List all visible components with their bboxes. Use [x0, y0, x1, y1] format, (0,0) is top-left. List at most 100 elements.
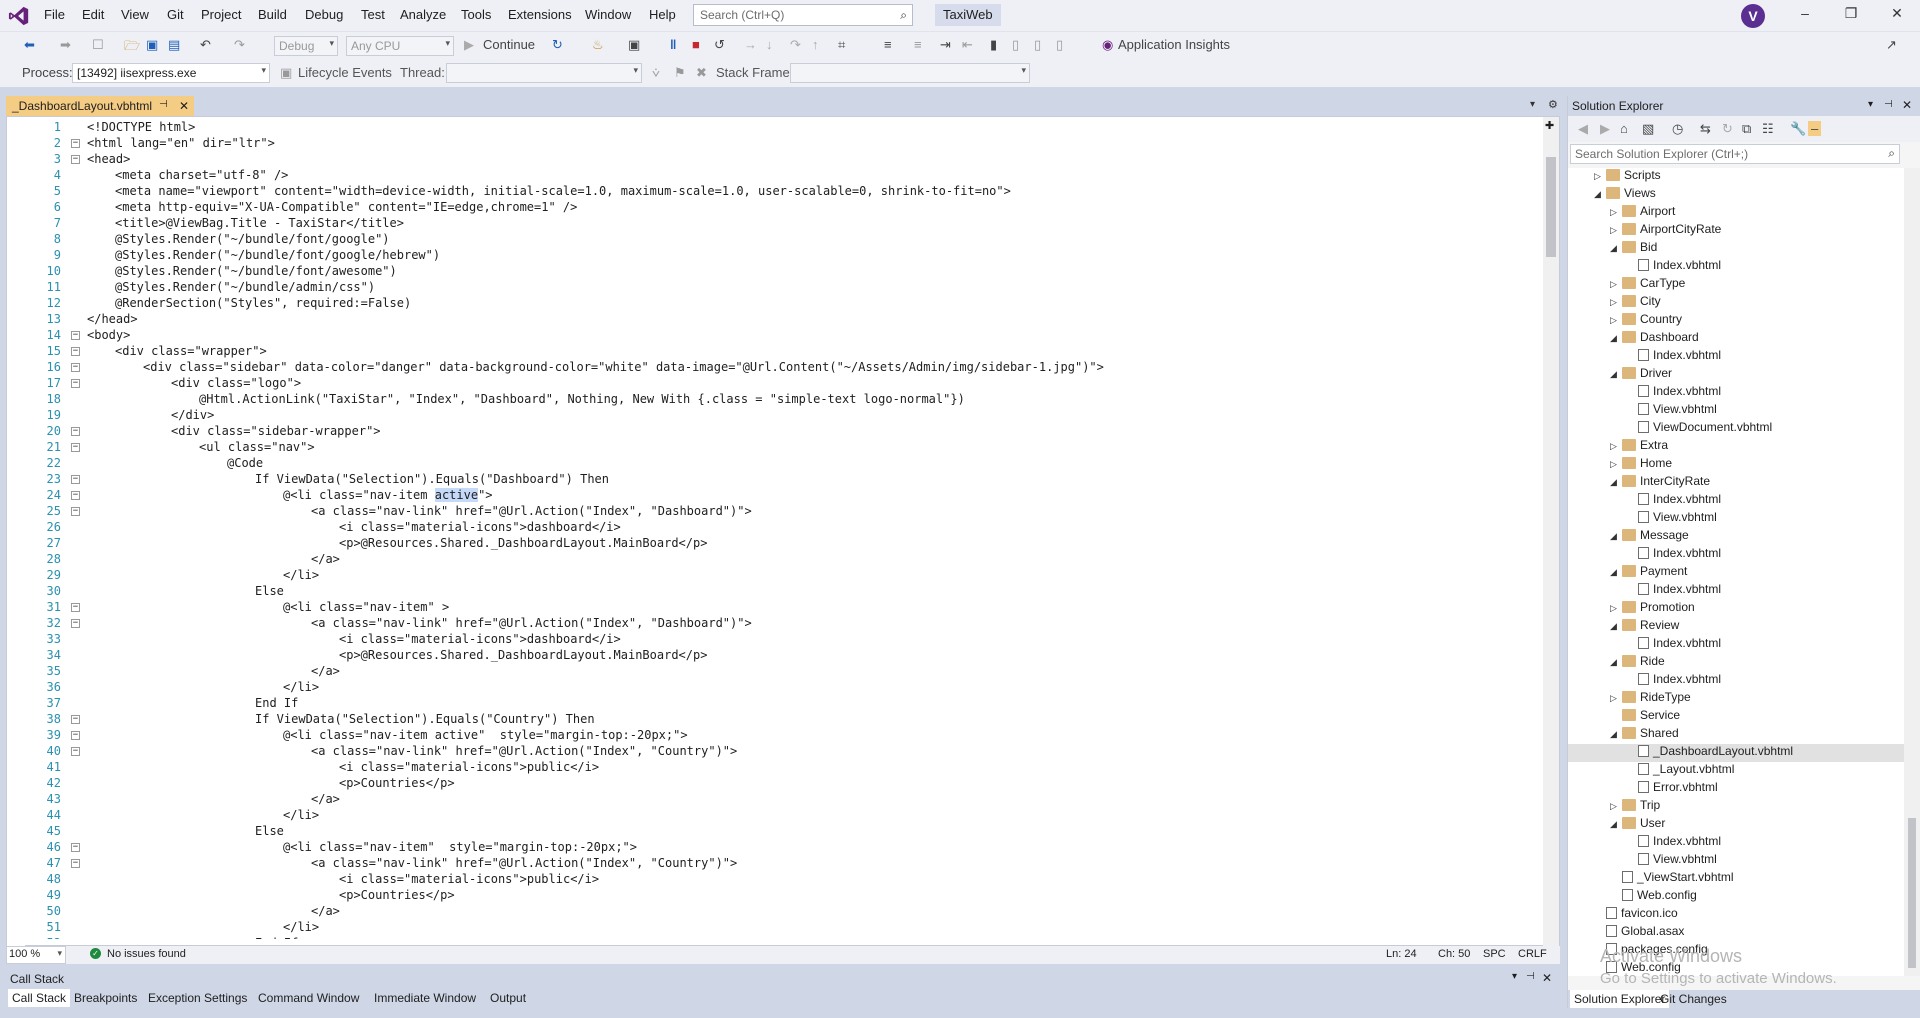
expanded-arrow-icon[interactable]: ◢	[1610, 477, 1622, 488]
restore-icon[interactable]: ❐	[1836, 5, 1866, 25]
tree-file[interactable]: Index.vbhtml	[1568, 546, 1904, 564]
code-line[interactable]: 31 − @<li class="nav-item" >	[25, 599, 1545, 615]
split-icon[interactable]: ✚	[1545, 119, 1554, 132]
tree-folder[interactable]: ◢ Driver	[1568, 366, 1904, 384]
close-icon[interactable]: ✕	[1902, 98, 1912, 112]
code-line[interactable]: 32 − <a class="nav-link" href="@Url.Action…	[25, 615, 1545, 631]
code-line[interactable]: 25 − <a class="nav-link" href="@Url.Action…	[25, 503, 1545, 519]
vertical-scrollbar[interactable]	[1904, 168, 1920, 976]
outdent-icon[interactable]: ⇤	[962, 37, 973, 53]
forward-icon[interactable]: ➡	[60, 37, 71, 53]
preview-icon[interactable]: –	[1808, 121, 1822, 136]
close-icon[interactable]: ✕	[1542, 971, 1552, 985]
tree-folder[interactable]: ▷ Trip	[1568, 798, 1904, 816]
vertical-scrollbar[interactable]: ✚	[1543, 117, 1559, 947]
code-line[interactable]: 45 Else	[25, 823, 1545, 839]
code-line[interactable]: 49 <p>Countries</p>	[25, 887, 1545, 903]
menu-tools[interactable]: Tools	[461, 7, 491, 22]
collapse-region-icon[interactable]: −	[71, 619, 80, 628]
collapse-region-icon[interactable]: −	[71, 155, 80, 164]
code-line[interactable]: 11 @Styles.Render("~/bundle/admin/css")	[25, 279, 1545, 295]
collapse-region-icon[interactable]: −	[71, 347, 80, 356]
menu-project[interactable]: Project	[201, 7, 241, 22]
tree-file[interactable]: Index.vbhtml	[1568, 582, 1904, 600]
save-icon[interactable]: ▣	[146, 37, 158, 53]
chevron-down-icon[interactable]: ▾	[1512, 971, 1517, 982]
zoom-select[interactable]: 100 % ▾	[6, 946, 66, 964]
collapse-region-icon[interactable]: −	[71, 491, 80, 500]
expanded-arrow-icon[interactable]: ◢	[1610, 243, 1622, 254]
code-line[interactable]: 2 − <html lang="en" dir="ltr">	[25, 135, 1545, 151]
tree-folder[interactable]: ▷ Home	[1568, 456, 1904, 474]
menu-git[interactable]: Git	[167, 7, 184, 22]
tab-exception-settings[interactable]: Exception Settings	[144, 989, 251, 1007]
code-line[interactable]: 8 @Styles.Render("~/bundle/font/google")	[25, 231, 1545, 247]
tree-file[interactable]: Index.vbhtml	[1568, 834, 1904, 852]
code-line[interactable]: 34 <p>@Resources.Shared._DashboardLayout.…	[25, 647, 1545, 663]
menu-view[interactable]: View	[121, 7, 149, 22]
pin-icon[interactable]: ⊣	[159, 99, 168, 110]
menu-window[interactable]: Window	[585, 7, 631, 22]
forward-icon[interactable]: ▶	[1600, 121, 1610, 137]
tree-file[interactable]: Index.vbhtml	[1568, 492, 1904, 510]
tree-file[interactable]: Index.vbhtml	[1568, 258, 1904, 276]
solution-configuration-select[interactable]: Debug ▾	[274, 36, 338, 56]
code-line[interactable]: 38 − If ViewData("Selection").Equals("Coun…	[25, 711, 1545, 727]
collapse-region-icon[interactable]: −	[71, 715, 80, 724]
code-line[interactable]: 6 <meta http-equiv="X-UA-Compatible" cont…	[25, 199, 1545, 215]
tree-folder[interactable]: ▷ RideType	[1568, 690, 1904, 708]
tree-folder[interactable]: ◢ Bid	[1568, 240, 1904, 258]
whitespace-status[interactable]: SPC	[1483, 948, 1506, 960]
menu-analyze[interactable]: Analyze	[400, 7, 446, 22]
collapse-region-icon[interactable]: −	[71, 475, 80, 484]
code-line[interactable]: 46 − @<li class="nav-item" style="margin-t…	[25, 839, 1545, 855]
menu-file[interactable]: File	[44, 7, 65, 22]
code-line[interactable]: 22 @Code	[25, 455, 1545, 471]
bookmark-icon[interactable]: ▮	[990, 37, 997, 53]
new-project-icon[interactable]: ☐	[92, 37, 104, 53]
tree-folder[interactable]: ▷ Country	[1568, 312, 1904, 330]
gear-icon[interactable]: ⚙	[1548, 98, 1558, 111]
collapse-region-icon[interactable]: −	[71, 731, 80, 740]
code-line[interactable]: 47 − <a class="nav-link" href="@Url.Action…	[25, 855, 1545, 871]
tree-file[interactable]: View.vbhtml	[1568, 852, 1904, 870]
refresh-icon[interactable]: ↻	[552, 37, 563, 53]
expanded-arrow-icon[interactable]: ◢	[1610, 369, 1622, 380]
flag-icon[interactable]: ⚑	[674, 65, 686, 81]
tree-folder[interactable]: ◢ Dashboard	[1568, 330, 1904, 348]
close-tab-icon[interactable]: ✕	[179, 99, 189, 113]
tree-folder[interactable]: ◢ Ride	[1568, 654, 1904, 672]
sync-icon[interactable]: ⇆	[1700, 121, 1711, 137]
tab-breakpoints[interactable]: Breakpoints	[70, 989, 141, 1007]
continue-button[interactable]: Continue	[483, 37, 535, 52]
menu-help[interactable]: Help	[649, 7, 676, 22]
code-line[interactable]: 43 </a>	[25, 791, 1545, 807]
code-line[interactable]: 20 − <div class="sidebar-wrapper">	[25, 423, 1545, 439]
tree-folder[interactable]: ▷ CarType	[1568, 276, 1904, 294]
save-all-icon[interactable]: ▤	[168, 37, 180, 53]
code-line[interactable]: 27 <p>@Resources.Shared._DashboardLayout.…	[25, 535, 1545, 551]
collapse-region-icon[interactable]: −	[71, 363, 80, 372]
tree-folder[interactable]: Service	[1568, 708, 1904, 726]
back-icon[interactable]: ◀	[1578, 121, 1588, 137]
tree-folder[interactable]: ◢ Message	[1568, 528, 1904, 546]
pause-icon[interactable]: ‖	[670, 37, 676, 52]
scroll-thumb[interactable]	[1908, 818, 1916, 968]
tab-call-stack[interactable]: Call Stack	[8, 989, 71, 1007]
tree-file[interactable]: Global.asax	[1568, 924, 1904, 942]
collapsed-arrow-icon[interactable]: ▷	[1610, 297, 1622, 308]
code-line[interactable]: 14 − <body>	[25, 327, 1545, 343]
code-line[interactable]: 26 <i class="material-icons">dashboard</i…	[25, 519, 1545, 535]
collapsed-arrow-icon[interactable]: ▷	[1610, 603, 1622, 614]
show-next-statement-icon[interactable]: →	[744, 37, 757, 52]
scroll-thumb[interactable]	[1546, 157, 1556, 257]
tree-folder[interactable]: ◢ Views	[1568, 186, 1904, 204]
redo-icon[interactable]: ↷	[234, 37, 245, 53]
code-line[interactable]: 23 − If ViewData("Selection").Equals("Dash…	[25, 471, 1545, 487]
expanded-arrow-icon[interactable]: ◢	[1610, 729, 1622, 740]
tree-file[interactable]: favicon.ico	[1568, 906, 1904, 924]
minimize-icon[interactable]: –	[1790, 5, 1820, 25]
solution-tree[interactable]: ▷ Scripts ◢ Views ▷ Airport ▷ AirportCityRate ◢ B…	[1568, 168, 1904, 976]
code-line[interactable]: 3 − <head>	[25, 151, 1545, 167]
step-out-icon[interactable]: ↑	[812, 37, 819, 52]
